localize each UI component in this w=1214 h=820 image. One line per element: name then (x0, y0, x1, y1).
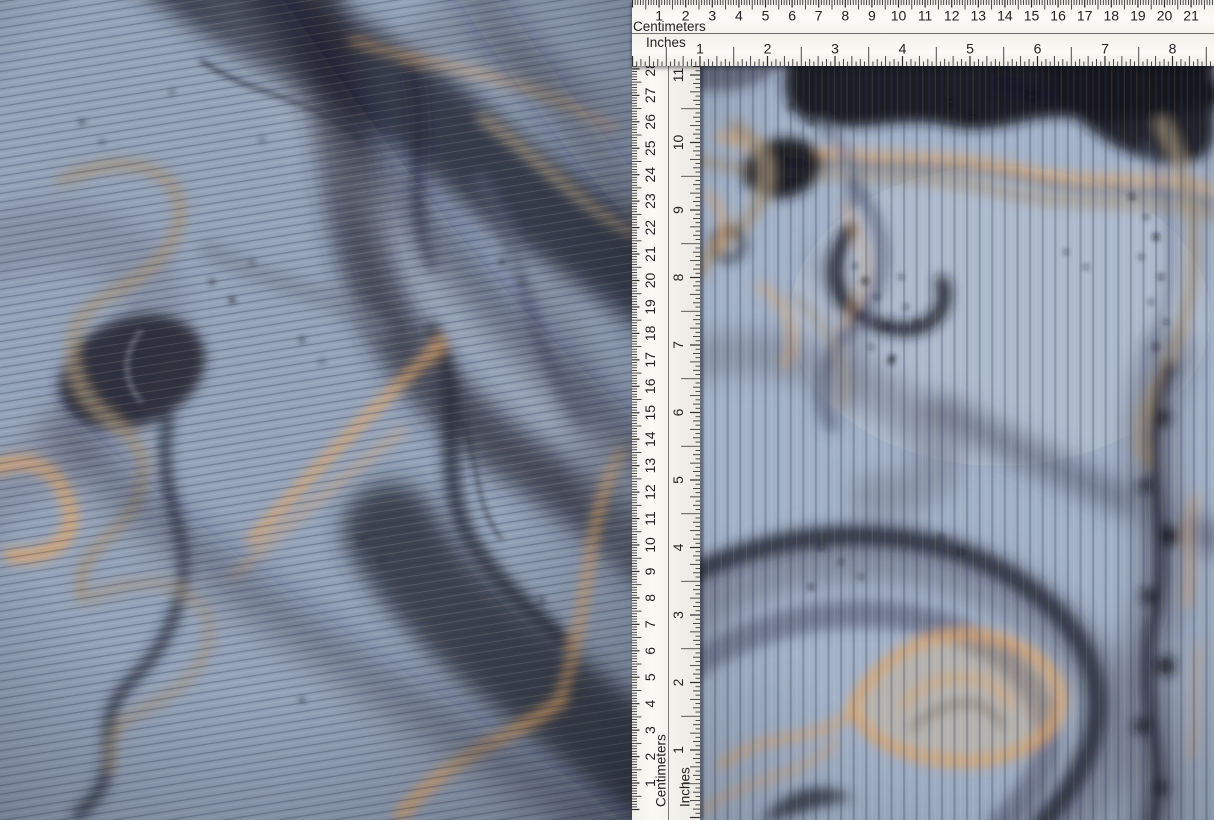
cm-tick-number: 7 (815, 8, 823, 24)
cm-tick-number: 12 (642, 484, 658, 500)
cm-tick-number: 15 (1024, 8, 1040, 24)
cm-tick-number: 16 (642, 378, 658, 394)
cm-tick-number: 28 (642, 66, 658, 77)
cm-tick-number: 21 (1183, 8, 1199, 24)
cm-tick-number: 19 (1130, 8, 1146, 24)
horizontal-ruler-scale: 123456789101112131415161718192021Centime… (632, 0, 1214, 66)
inch-tick-number: 5 (670, 476, 686, 484)
cm-tick-number: 14 (997, 8, 1013, 24)
inch-tick-number: 7 (1101, 41, 1109, 57)
cm-tick-number: 9 (642, 567, 658, 575)
cm-tick-number: 8 (642, 594, 658, 602)
flat-fabric-art (700, 66, 1214, 820)
photo-vignette (700, 66, 1214, 820)
cm-tick-number: 26 (642, 114, 658, 130)
cm-tick-number: 5 (642, 673, 658, 681)
cm-tick-number: 17 (1077, 8, 1093, 24)
cm-tick-number: 25 (642, 140, 658, 156)
cm-tick-number: 16 (1050, 8, 1066, 24)
photo-vignette (0, 0, 632, 820)
inch-tick-number: 3 (831, 41, 839, 57)
cm-tick-number: 9 (868, 8, 876, 24)
cm-tick-number: 27 (642, 87, 658, 103)
inch-tick-number: 4 (670, 543, 686, 551)
fabric-product-photo-collage: 123456789101112131415161718192021Centime… (0, 0, 1214, 820)
centimeters-label: Centimeters (633, 19, 706, 34)
inch-tick-number: 8 (670, 273, 686, 281)
cm-tick-number: 17 (642, 352, 658, 368)
inch-tick-number: 10 (670, 135, 686, 151)
inch-tick-number: 9 (670, 206, 686, 214)
inch-tick-number: 5 (966, 41, 974, 57)
draped-fabric-art (0, 0, 632, 820)
cm-tick-number: 24 (642, 167, 658, 183)
inch-tick-number: 6 (1034, 41, 1042, 57)
cm-tick-number: 18 (642, 325, 658, 341)
cm-tick-number: 6 (642, 647, 658, 655)
cm-tick-number: 10 (891, 8, 907, 24)
cm-tick-number: 19 (642, 299, 658, 315)
cm-tick-number: 4 (735, 8, 743, 24)
inch-tick-number: 8 (1169, 41, 1177, 57)
inch-tick-number: 2 (670, 678, 686, 686)
cm-tick-number: 21 (642, 246, 658, 262)
cm-tick-number: 23 (642, 193, 658, 209)
cm-tick-number: 3 (642, 726, 658, 734)
cm-tick-number: 11 (918, 8, 933, 24)
inch-tick-number: 1 (670, 746, 686, 754)
cm-tick-number: 20 (642, 273, 658, 289)
cm-tick-number: 13 (642, 458, 658, 474)
cm-tick-number: 4 (642, 700, 658, 708)
cm-tick-number: 5 (762, 8, 770, 24)
inch-tick-number: 6 (670, 408, 686, 416)
inch-tick-number: 1 (696, 41, 704, 57)
vertical-ruler-scale: 1234567891011121314151617181920212223242… (632, 66, 700, 820)
flat-fabric-photo (700, 66, 1214, 820)
cm-tick-number: 8 (841, 8, 849, 24)
cm-tick-number: 12 (944, 8, 960, 24)
cm-tick-number: 20 (1157, 8, 1173, 24)
cm-tick-number: 3 (708, 8, 716, 24)
horizontal-ruler: 123456789101112131415161718192021Centime… (632, 0, 1214, 66)
cm-tick-number: 15 (642, 405, 658, 421)
cm-tick-number: 6 (788, 8, 796, 24)
centimeters-label: Centimeters (654, 734, 669, 807)
draped-fabric-photo (0, 0, 632, 820)
cm-tick-number: 7 (642, 620, 658, 628)
cm-tick-number: 11 (642, 511, 658, 526)
vertical-ruler: 1234567891011121314151617181920212223242… (632, 66, 700, 820)
cm-tick-number: 18 (1104, 8, 1120, 24)
cm-tick-number: 22 (642, 220, 658, 236)
inch-tick-number: 3 (670, 611, 686, 619)
inch-tick-number: 11 (670, 68, 686, 83)
cm-tick-number: 13 (971, 8, 987, 24)
inch-tick-number: 2 (764, 41, 772, 57)
cm-tick-number: 10 (642, 537, 658, 553)
inch-tick-number: 7 (670, 341, 686, 349)
inch-tick-number: 4 (899, 41, 907, 57)
cm-tick-number: 14 (642, 431, 658, 447)
